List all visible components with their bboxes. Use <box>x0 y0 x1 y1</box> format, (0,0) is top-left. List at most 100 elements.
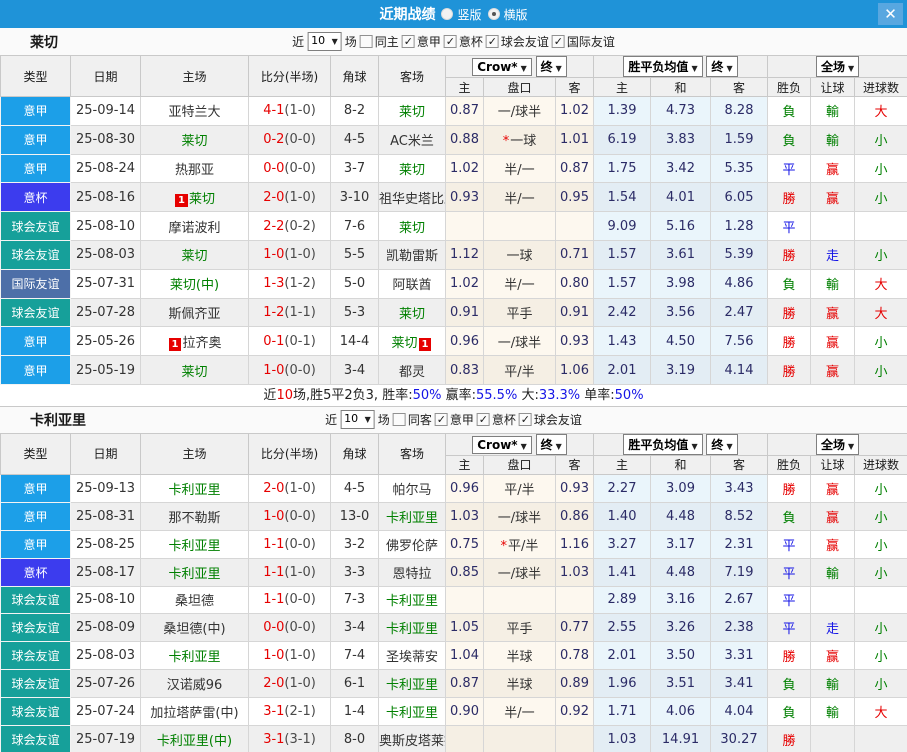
asian-away-odds-cell: 1.16 <box>554 529 595 559</box>
asian-away-odds-cell: 0.93 <box>554 473 595 503</box>
checkbox-icon: ✓ <box>485 35 499 48</box>
result-text: 負 <box>782 278 796 294</box>
score-cell: 1-2(1-1) <box>248 297 331 328</box>
home-team-cell: 汉诺威96 <box>140 669 249 699</box>
checkbox-label: 意杯 <box>491 413 516 428</box>
league-checkbox[interactable]: ✓ 意杯 <box>443 33 483 50</box>
match-count-select[interactable]: 10 ▼ <box>340 410 375 430</box>
away-team-cell: 莱切 <box>378 153 446 184</box>
date-cell: 25-08-09 <box>70 613 141 643</box>
league-checkbox[interactable]: ✓ 国际友谊 <box>551 33 615 50</box>
corner-cell: 3-4 <box>330 613 379 643</box>
away-team-cell: 卡利亚里 <box>378 669 446 699</box>
checkbox-icon: ✓ <box>443 35 457 48</box>
layout-radio-horizontal[interactable]: 横版 <box>487 6 528 23</box>
euro-avg-select[interactable]: 胜平负均值 ▼ <box>623 434 703 455</box>
asian-home-odds-cell <box>445 724 484 752</box>
date-cell: 25-05-19 <box>70 355 141 385</box>
checkbox-icon: ✓ <box>434 413 448 427</box>
asian-line-text: 半球 <box>506 678 533 694</box>
chevron-down-icon: ▼ <box>726 64 733 73</box>
checkbox-label: 同客 <box>407 413 432 428</box>
header-euro-draw: 和 <box>650 454 712 475</box>
league-checkbox[interactable]: ✓ 球会友谊 <box>485 33 549 50</box>
corner-cell: 7-6 <box>330 211 379 241</box>
header-home: 主场 <box>140 55 249 97</box>
scope-select[interactable]: 全场 ▼ <box>815 56 860 77</box>
euro-draw-odds-cell: 4.50 <box>650 326 712 357</box>
team-name-text: 莱切 <box>188 191 215 207</box>
layout-radio-vertical[interactable]: 竖版 <box>441 6 482 23</box>
header-asian-home: 主 <box>445 454 484 475</box>
goals-result-cell: 小 <box>854 124 907 155</box>
asian-home-odds-cell: 1.05 <box>445 613 484 643</box>
odds-provider-select[interactable]: Crow* ▼ <box>472 58 532 76</box>
same-venue-checkbox[interactable]: 同客 <box>392 411 432 428</box>
asian-line-cell: 平手 <box>483 613 556 643</box>
asian-odds-header: Crow* ▼ 终 ▼ <box>444 55 595 78</box>
radio-label: 横版 <box>503 7 528 22</box>
score-cell: 1-0(1-0) <box>248 641 331 671</box>
euro-odds-header: 胜平负均值 ▼ 终 ▼ <box>593 55 769 78</box>
handicap-result-cell: 赢 <box>810 297 856 328</box>
date-cell: 25-08-03 <box>70 641 141 671</box>
checkbox-icon <box>359 35 373 48</box>
odds-time-select[interactable]: 终 ▼ <box>535 434 567 455</box>
euro-time-select[interactable]: 终 ▼ <box>706 56 738 77</box>
asian-away-odds-cell: 0.89 <box>554 669 595 699</box>
handicap-result-text: 赢 <box>826 335 840 351</box>
score-cell: 3-1(2-1) <box>248 697 331 726</box>
close-button[interactable]: ✕ <box>878 3 903 25</box>
euro-avg-select[interactable]: 胜平负均值 ▼ <box>623 56 703 77</box>
team-name-text: 恩特拉 <box>392 566 432 582</box>
home-team-cell: 热那亚 <box>140 153 249 184</box>
halftime-score: (0-0) <box>284 620 316 636</box>
league-checkbox[interactable]: ✓ 意杯 <box>476 411 516 428</box>
odds-provider-select[interactable]: Crow* ▼ <box>472 435 532 454</box>
away-team-cell: 帕尔马 <box>378 473 446 503</box>
result-cell: 平 <box>767 211 812 241</box>
fulltime-score: 3-1 <box>263 731 285 747</box>
goals-result-cell: 大 <box>854 268 907 299</box>
goals-result-cell: 大 <box>854 96 907 126</box>
away-team-cell: 莱切 <box>378 297 446 328</box>
same-venue-checkbox[interactable]: 同主 <box>359 33 399 50</box>
asian-home-odds-cell: 1.02 <box>445 268 484 299</box>
checkbox-label: 国际友谊 <box>566 35 615 49</box>
team-name-text: 热那亚 <box>174 162 214 178</box>
checkbox-icon: ✓ <box>401 35 415 48</box>
header-euro-away: 客 <box>710 77 769 97</box>
team-name-text: 桑坦德(中) <box>163 622 226 638</box>
euro-away-odds-cell: 8.28 <box>710 96 769 126</box>
handicap-result-text: 赢 <box>826 191 840 207</box>
match-count-select[interactable]: 10 ▼ <box>307 32 342 51</box>
handicap-result-cell: 赢 <box>810 355 856 385</box>
league-checkbox[interactable]: ✓ 意甲 <box>401 33 441 50</box>
scope-select[interactable]: 全场 ▼ <box>815 434 860 455</box>
odds-time-select[interactable]: 终 ▼ <box>535 56 567 77</box>
section-header: 卡利亚里 近 10 ▼ 场同客 ✓ 意甲 ✓ 意杯 ✓ 球会友谊 <box>0 405 907 433</box>
header-corner: 角球 <box>330 55 379 97</box>
team-name-text: 莱切 <box>181 134 208 150</box>
date-cell: 25-07-31 <box>70 268 141 299</box>
fulltime-score: 0-1 <box>263 333 285 349</box>
team-name-text: 帕尔马 <box>392 482 432 498</box>
handicap-result-text: 赢 <box>826 364 840 380</box>
euro-home-odds-cell: 2.27 <box>593 473 652 503</box>
checkbox-label: 球会友谊 <box>533 413 582 428</box>
changed-line-star: * <box>500 538 508 554</box>
checkbox-icon: ✓ <box>551 35 565 48</box>
chevron-down-icon: ▼ <box>364 415 371 425</box>
euro-time-select[interactable]: 终 ▼ <box>706 434 738 455</box>
asian-line-cell: 平手 <box>483 297 556 328</box>
handicap-result-text: 赢 <box>826 306 840 322</box>
euro-away-odds-cell: 2.31 <box>710 529 769 559</box>
team-name-text: 莱切 <box>398 220 425 236</box>
checkbox-label: 意杯 <box>458 35 483 49</box>
asian-away-odds-cell: 0.71 <box>554 239 595 270</box>
league-checkbox[interactable]: ✓ 意甲 <box>434 411 474 428</box>
league-checkbox[interactable]: ✓ 球会友谊 <box>518 411 582 428</box>
match-row: 意甲 25-05-19 莱切 1-0(0-0) 3-4 都灵 0.83 平/半 1.06 2.01… <box>0 355 907 385</box>
euro-home-odds-cell: 1.43 <box>593 326 652 357</box>
league-type-cell: 意甲 <box>0 124 71 155</box>
